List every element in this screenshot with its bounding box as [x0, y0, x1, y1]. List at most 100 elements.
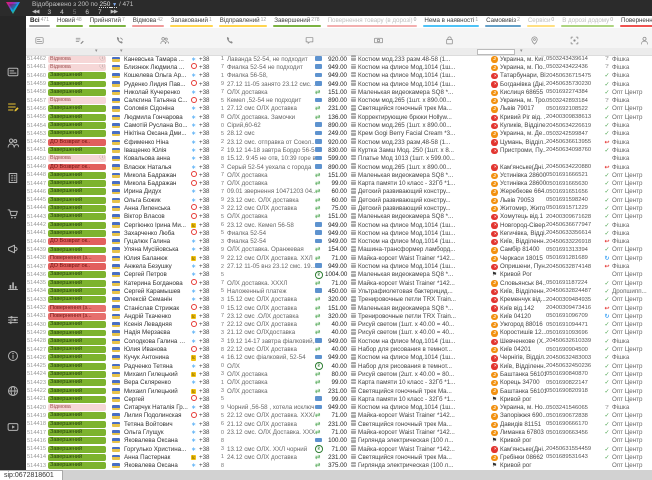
order-row[interactable]: 514460ЗавершенийКошелева Ольга Ар...∗+38…: [26, 72, 652, 80]
info-icon[interactable]: ⓘ: [99, 64, 105, 71]
tab-Завершений[interactable]: Завершений278: [270, 16, 323, 28]
order-row[interactable]: 514424ЗавершенийМихаил Гилецькийlc+383ОЛ…: [26, 370, 652, 378]
tab-Відправлений[interactable]: Відправлений12: [216, 16, 270, 28]
order-row[interactable]: 514436ЗавершенийСергей Петров∗+385₴1004.…: [26, 271, 652, 279]
order-row[interactable]: 514451ЗавершенийІващенко Юлія∗+38219.12 …: [26, 146, 652, 154]
info-icon[interactable]: [0, 338, 26, 374]
order-row[interactable]: 514444ЗавершенийАнна Липенська+38322.12 …: [26, 204, 652, 212]
info-icon[interactable]: ⓘ: [99, 155, 105, 162]
first-page-button[interactable]: ◀◀: [32, 9, 38, 16]
order-row[interactable]: 514422ЗавершенийМихаил Гилецькийlc+383ОЛ…: [26, 387, 652, 395]
order-row[interactable]: 514462ВідмоваⓘКаневська Тамара ...∗+381Л…: [26, 55, 652, 63]
city-filter-caret-icon[interactable]: ▾: [520, 48, 523, 54]
tab-Повернення товару (в дорозі)[interactable]: Повернення товару (в дорозі)0: [324, 16, 421, 28]
order-row[interactable]: 514459ЗавершенийРуденко Лидия Пав...+389…: [26, 80, 652, 88]
client-name: Лилия Подолинская: [124, 412, 188, 419]
page-number-7[interactable]: 7: [98, 9, 102, 16]
order-row[interactable]: 514443ЗавершенийВіктор Власов+385ОЛХ дос…: [26, 213, 652, 221]
order-row[interactable]: 514433ЗавершенийОлексій Семанін∗+38315.1…: [26, 296, 652, 304]
page-size-dropdown[interactable]: 250 ▼: [100, 1, 118, 8]
page-number-6[interactable]: 6: [85, 9, 89, 16]
order-row[interactable]: 514450ВідмоваⓘКовальова анна∗+38815.12. …: [26, 155, 652, 163]
tab-В дорозі додому[interactable]: В дорозі додому0: [558, 16, 617, 28]
cart-icon[interactable]: [0, 196, 26, 232]
order-row[interactable]: 514456ЗавершенийСоломія Сідоніна∗+38127.…: [26, 105, 652, 113]
tab-Новий[interactable]: Новий48: [53, 16, 86, 28]
order-row[interactable]: 514416ЗавершенийЯковалева Оксана∗+388100…: [26, 437, 652, 445]
order-row[interactable]: 514428ЗавершенийСолодкова Галина В...∗+3…: [26, 337, 652, 345]
tab-Відмова[interactable]: Відмова42: [129, 16, 167, 28]
calls-count: 7: [216, 89, 227, 95]
order-status: Завершений: [48, 205, 108, 212]
orders-icon[interactable]: [0, 90, 26, 126]
settings-icon[interactable]: [0, 303, 26, 339]
order-row[interactable]: 514452ДО Возврат ок..Єфименко Ніна∗+3822…: [26, 138, 652, 146]
order-row[interactable]: 514458ЗавершенийНиколай Кучеренко∗+387ОЛ…: [26, 88, 652, 96]
product-box-icon: [349, 379, 358, 387]
order-row[interactable]: 514461ВідмоваⓘБлизнюк Людмила ...+387Фиа…: [26, 63, 652, 71]
order-row[interactable]: 514437ДО Возврат ок..Анжела Безушку∗+382…: [26, 262, 652, 270]
payment-transfer-icon: ⇄: [315, 305, 320, 312]
page-number-5[interactable]: 5: [73, 9, 77, 16]
order-row[interactable]: 514447ЗавершенийМикола Бадражан+387ОЛХ д…: [26, 179, 652, 187]
order-row[interactable]: 514427ЗавершенийЮлия Иванова+38822.12 см…: [26, 345, 652, 353]
dashboard-icon[interactable]: [0, 54, 26, 90]
order-row[interactable]: 514448ЗавершенийМикола Бадражан+387ОЛХ д…: [26, 171, 652, 179]
tab-Нема в наявності[interactable]: Нема в наявності1: [420, 16, 482, 28]
product-box-icon: [349, 230, 358, 238]
order-row[interactable]: 514435ЗавершенийКатерина Богданова+387ОЛ…: [26, 279, 652, 287]
page-number-3[interactable]: 3: [47, 9, 51, 16]
order-row[interactable]: 514425ЗавершенийРадченко Тетяна∗+380ОЛХ₴…: [26, 362, 652, 370]
order-row[interactable]: 514446ЗавершенийИрина Дидух∗+38709.01 зв…: [26, 188, 652, 196]
contact-filter-caret-icon[interactable]: ▾: [120, 48, 123, 54]
companies-icon[interactable]: [0, 161, 26, 197]
order-row[interactable]: 514440ДО Возврат ок..Гуцалюк Галина∗+383…: [26, 238, 652, 246]
marketing-icon[interactable]: [0, 232, 26, 268]
tab-Самовивіз[interactable]: Самовивіз2: [482, 16, 524, 28]
stats-icon[interactable]: [0, 267, 26, 303]
tab-Всі[interactable]: Всі471: [26, 16, 53, 28]
order-row[interactable]: 514454ЗавершенийСамотій Руслана Во...∗+3…: [26, 121, 652, 129]
order-row[interactable]: 514445ЗавершенийОльга Божик∗+38923.12 см…: [26, 196, 652, 204]
order-row[interactable]: 514429ЗавершенийНадія Мерзаєва∗+38321.12…: [26, 329, 652, 337]
order-row[interactable]: 514442ЗавершенийСергіюнко Ірина Ми...lc+…: [26, 221, 652, 229]
order-row[interactable]: 514434ЗавершенийСергей Карамышев∗+385Нал…: [26, 287, 652, 295]
order-row[interactable]: 514419ЗавершенийЛилия Подолинская+38522.…: [26, 412, 652, 420]
browser-icon[interactable]: [0, 374, 26, 410]
phone-number: +38: [199, 371, 216, 378]
order-row[interactable]: 514449ДО Возврат ок..Власюк Наталья∗+383…: [26, 163, 652, 171]
order-row[interactable]: 514421ЗавершенийСергей+38599.00Карта пам…: [26, 395, 652, 403]
order-row[interactable]: 514414ЗавершенийАнна Пастернакlc+38124.1…: [26, 453, 652, 461]
order-row[interactable]: 514441ЗавершенийЗахарченко Люба+385Фиалк…: [26, 229, 652, 237]
phone-number: +38: [199, 105, 216, 112]
order-row[interactable]: 514413ЗавершенийЯковалева Оксана∗+388⇄37…: [26, 462, 652, 470]
order-row[interactable]: 514417ЗавершенийОльга Глущук∗+38023.12 с…: [26, 428, 652, 436]
order-status: Завершений: [48, 271, 108, 278]
order-id: 514416: [26, 438, 48, 444]
tab-Повернення[interactable]: Повернення: [617, 16, 652, 28]
order-row[interactable]: 514423ЗавершенийВера Скляренко∗+381ОЛХ д…: [26, 379, 652, 387]
order-row[interactable]: 514438Повернення (з...Юлия Баланюкlc+389…: [26, 254, 652, 262]
order-row[interactable]: 514431Повернення (з...Андрій Ткаченкоlc+…: [26, 312, 652, 320]
status-filter-caret-icon[interactable]: ▾: [95, 48, 98, 54]
order-row[interactable]: 514455ЗавершенийЛюдмила Гончарова∗+388ОЛ…: [26, 113, 652, 121]
tab-Сервіси[interactable]: Сервіси0: [524, 16, 558, 28]
order-row[interactable]: 514439ЗавершенийУляна Мусійовська∗+389ОЛ…: [26, 246, 652, 254]
order-id: 514447: [26, 181, 48, 187]
page-number-4[interactable]: 4: [60, 9, 64, 16]
order-row[interactable]: 514418ЗавершенийТетяна Войтович∗+38621.1…: [26, 420, 652, 428]
order-row[interactable]: 514426ЗавершенийКучук Антонинаlc+38416.1…: [26, 354, 652, 362]
last-page-button[interactable]: ▶▶: [111, 9, 117, 16]
order-row[interactable]: 514430ЗавершенийКсенія Левадняя+38722.12…: [26, 321, 652, 329]
order-status: Завершений: [48, 429, 108, 436]
video-icon[interactable]: [0, 409, 26, 445]
order-row[interactable]: 514453ЗавершенийНікітіна Оксана Дми...∗+…: [26, 130, 652, 138]
tab-Запакований[interactable]: Запакований1: [167, 16, 216, 28]
contacts-icon[interactable]: [0, 125, 26, 161]
tab-Прийнятий[interactable]: Прийнятий7: [86, 16, 129, 28]
order-row[interactable]: 514420ВідмоваСитарчук Наталія Гр...∗+389…: [26, 403, 652, 411]
order-row[interactable]: 514457ВідмоваСалєгина Татьяна С...+385Ке…: [26, 96, 652, 104]
info-icon[interactable]: ⓘ: [99, 56, 105, 63]
order-row[interactable]: 514415ЗавершенийГоргулько Христина...∗+3…: [26, 445, 652, 453]
order-row[interactable]: 514432Повернення (з...Станіслав Стрижак+…: [26, 304, 652, 312]
